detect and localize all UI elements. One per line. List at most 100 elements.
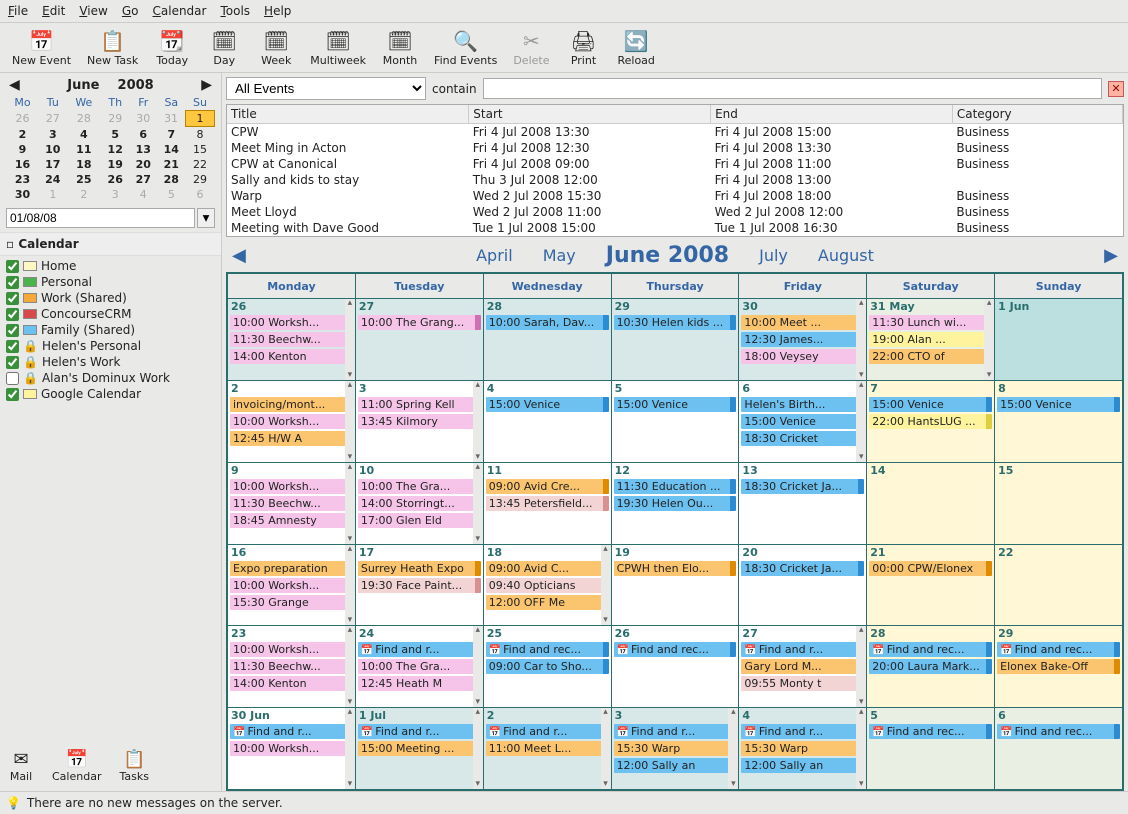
calendar-event[interactable]: 10:00 Worksh... [230,578,353,593]
scroll-up-icon[interactable]: ▴ [728,708,738,717]
calendar-event[interactable]: Find and rec... [486,642,609,657]
calendar-event[interactable]: Find and r... [358,642,481,657]
day-cell[interactable]: 29Find and rec...Elonex Bake-Off [995,626,1122,707]
mini-cal-day[interactable]: 3 [101,187,129,202]
scroll-down-icon[interactable]: ▾ [601,616,611,625]
mini-cal-day[interactable]: 1 [186,111,215,127]
scroll-up-icon[interactable]: ▴ [601,708,611,717]
event-row[interactable]: Meet LloydWed 2 Jul 2008 11:00Wed 2 Jul … [227,204,1123,220]
mini-cal-day[interactable]: 18 [67,157,101,172]
mini-cal-day[interactable]: 1 [39,187,67,202]
calendar-event[interactable]: 11:30 Beechw... [230,496,353,511]
calendar-event[interactable]: Find and rec... [869,724,992,739]
calendar-event[interactable]: 10:00 The Gra... [358,659,481,674]
calendar-event[interactable]: 10:00 Worksh... [230,642,353,657]
menu-file[interactable]: File [8,4,28,18]
mini-cal-day[interactable]: 10 [39,142,67,157]
calendar-checkbox[interactable] [6,292,19,305]
day-cell[interactable]: 26Find and rec... [612,626,739,707]
calendar-checkbox[interactable] [6,356,19,369]
day-cell[interactable]: 16Expo preparation10:00 Worksh...15:30 G… [228,545,355,626]
calendar-event[interactable]: 19:30 Helen Ou... [614,496,737,511]
scroll-up-icon[interactable]: ▴ [856,299,866,308]
calendar-event[interactable]: Find and r... [230,724,353,739]
calendar-event[interactable]: 11:30 Lunch wi... [869,315,992,330]
day-cell[interactable]: 25Find and rec...09:00 Car to Sho... [484,626,611,707]
calendar-event[interactable]: 14:00 Storringt... [358,496,481,511]
calendar-event[interactable]: 15:30 Warp [741,741,864,756]
calendar-event[interactable]: 20:00 Laura Mark... [869,659,992,674]
calendar-item[interactable]: 🔒Alan's Dominux Work [4,370,217,386]
scroll-down-icon[interactable]: ▾ [856,780,866,789]
calendar-event[interactable]: Find and rec... [997,642,1120,657]
calendar-event[interactable]: 11:30 Beechw... [230,332,353,347]
mini-cal-day[interactable]: 5 [157,187,185,202]
event-col-header[interactable]: Start [469,105,711,124]
scroll-down-icon[interactable]: ▾ [345,616,355,625]
mini-cal-day[interactable]: 22 [186,157,215,172]
calendar-event[interactable]: Find and r... [741,724,864,739]
day-cell[interactable]: 910:00 Worksh...11:30 Beechw...18:45 Amn… [228,463,355,544]
switch-mail[interactable]: ✉Mail [8,748,34,783]
mini-calendar[interactable]: ◀ June 2008 ▶ MoTuWeThFrSaSu262728293031… [0,73,221,204]
scroll-up-icon[interactable]: ▴ [345,626,355,635]
calendar-event[interactable]: Gary Lord M... [741,659,864,674]
calendar-event[interactable]: 12:45 H/W A [230,431,353,446]
day-cell[interactable]: 2invoicing/mont...10:00 Worksh...12:45 H… [228,381,355,462]
switch-tasks[interactable]: 📋Tasks [119,748,148,783]
day-cell[interactable]: 1010:00 The Gra...14:00 Storringt...17:0… [356,463,483,544]
day-cell[interactable]: 515:00 Venice [612,381,739,462]
scroll-down-icon[interactable]: ▾ [984,371,994,380]
scroll-up-icon[interactable]: ▴ [984,299,994,308]
mini-cal-day[interactable]: 25 [67,172,101,187]
calendar-event[interactable]: 15:00 Meeting ... [358,741,481,756]
scroll-down-icon[interactable]: ▾ [345,780,355,789]
calendar-event[interactable]: 15:00 Venice [741,414,864,429]
calendar-event[interactable]: 09:00 Car to Sho... [486,659,609,674]
scroll-up-icon[interactable]: ▴ [473,463,483,472]
calendar-event[interactable]: 10:30 Helen kids ... [614,315,737,330]
scroll-down-icon[interactable]: ▾ [473,698,483,707]
day-cell[interactable]: 1 Jun [995,299,1122,380]
calendar-event[interactable]: 09:00 Avid Cre... [486,479,609,494]
day-cell[interactable]: 14 [867,463,994,544]
mini-cal-day[interactable]: 28 [67,111,101,127]
calendar-item[interactable]: Home [4,258,217,274]
mini-cal-day[interactable]: 6 [129,127,157,143]
calendar-item[interactable]: Family (Shared) [4,322,217,338]
calendar-event[interactable]: CPWH then Elo... [614,561,737,576]
new-event-button[interactable]: 📅New Event [6,25,77,70]
menu-edit[interactable]: Edit [42,4,65,18]
menu-go[interactable]: Go [122,4,139,18]
calendar-event[interactable]: Elonex Bake-Off [997,659,1120,674]
event-row[interactable]: Meeting with Dave GoodTue 1 Jul 2008 15:… [227,220,1123,236]
calendar-event[interactable]: 10:00 Sarah, Dav... [486,315,609,330]
calendar-event[interactable]: 14:00 Kenton [230,676,353,691]
calendar-event[interactable]: 13:45 Petersfield... [486,496,609,511]
calendar-event[interactable]: 13:45 Kilmory [358,414,481,429]
scroll-up-icon[interactable]: ▴ [345,545,355,554]
calendar-item[interactable]: 🔒Helen's Personal [4,338,217,354]
day-cell[interactable]: 415:00 Venice [484,381,611,462]
calendar-event[interactable]: 00:00 CPW/Elonex [869,561,992,576]
calendar-event[interactable]: 18:30 Cricket Ja... [741,479,864,494]
calendar-checkbox[interactable] [6,260,19,273]
day-cell[interactable]: 17Surrey Heath Expo19:30 Face Paint... [356,545,483,626]
mini-cal-day[interactable]: 20 [129,157,157,172]
calendar-event[interactable]: 19:00 Alan ... [869,332,992,347]
day-cell[interactable]: 24Find and r...10:00 The Gra...12:45 Hea… [356,626,483,707]
calendar-event[interactable]: 19:30 Face Paint... [358,578,481,593]
calendar-event[interactable]: 15:00 Venice [614,397,737,412]
toolbar[interactable]: 📅New Event📋New Task📆Today🗓Day🗓Week🗓Multi… [0,23,1128,73]
mini-cal-day[interactable]: 29 [186,172,215,187]
calendar-event[interactable]: Find and r... [741,642,864,657]
scroll-up-icon[interactable]: ▴ [601,545,611,554]
calendar-event[interactable]: 22:00 CTO of [869,349,992,364]
day-cell[interactable]: 2018:30 Cricket Ja... [739,545,866,626]
day-cell[interactable]: 2710:00 The Grang... [356,299,483,380]
menu-view[interactable]: View [79,4,107,18]
calendar-checkbox[interactable] [6,340,19,353]
next-month-icon[interactable]: ▶ [198,77,215,93]
mini-cal-day[interactable]: 17 [39,157,67,172]
event-row[interactable]: Meet Ming in ActonFri 4 Jul 2008 12:30Fr… [227,140,1123,156]
